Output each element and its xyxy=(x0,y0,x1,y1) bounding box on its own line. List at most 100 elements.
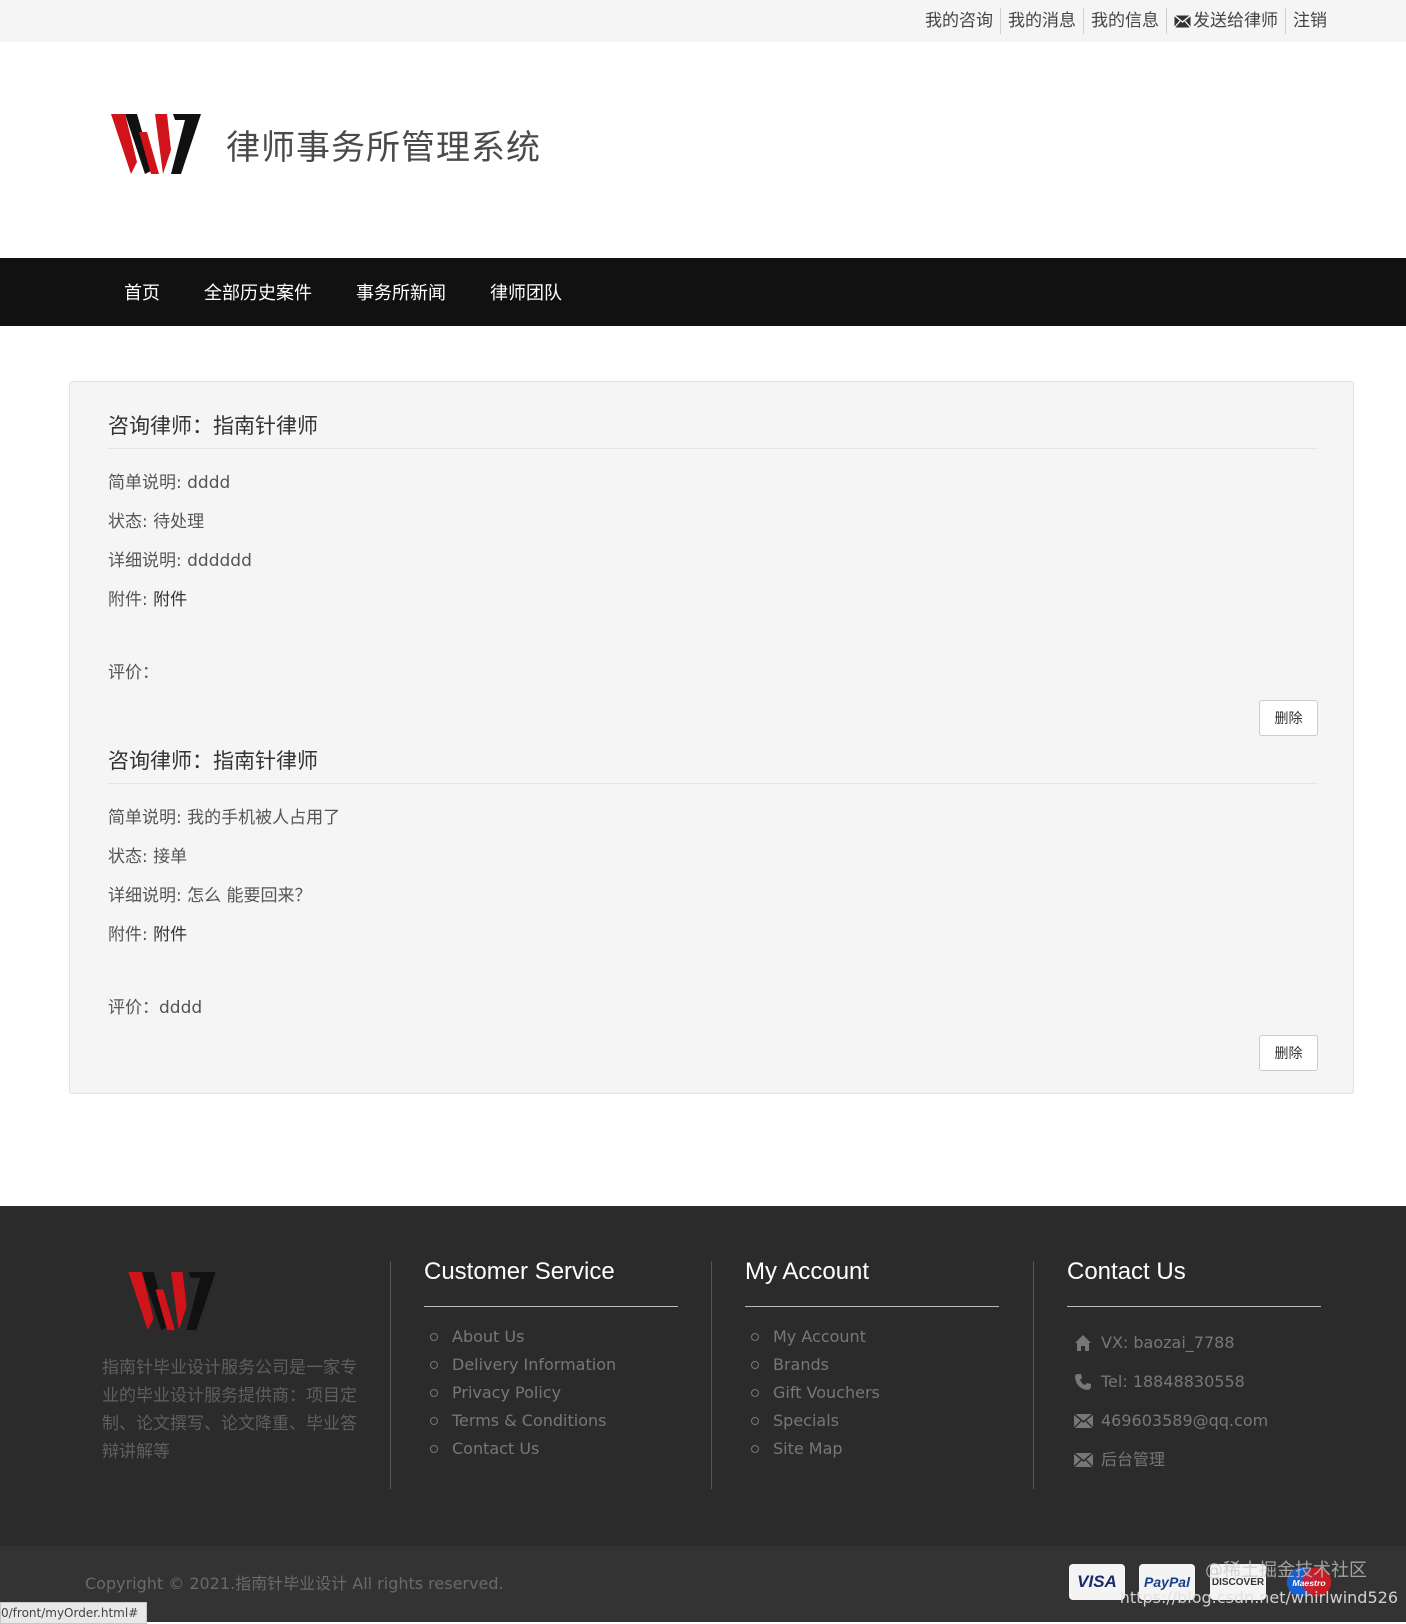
attachment-label: 附件: xyxy=(108,925,154,945)
logo[interactable] xyxy=(111,112,201,176)
site-footer: 指南针毕业设计服务公司是一家专业的毕业设计服务提供商：项目定制、论文撰写、论文降… xyxy=(0,1206,1406,1546)
contact-heading: Contact Us xyxy=(1067,1258,1186,1285)
link-label: My Account xyxy=(773,1327,866,1346)
summary-value: 我的手机被人占用了 xyxy=(187,808,341,828)
contact-text: VX: baozai_7788 xyxy=(1101,1333,1235,1352)
envelope-icon xyxy=(1073,1450,1093,1470)
my-consultations-link[interactable]: 我的咨询 xyxy=(918,8,1000,34)
divider xyxy=(711,1261,712,1489)
my-account-column: My Account My Account Brands Gift Vouche… xyxy=(745,1258,999,1463)
summary-row: 简单说明: dddd xyxy=(108,468,230,493)
footer-logo xyxy=(128,1271,216,1331)
divider xyxy=(745,1306,999,1307)
footer-link-site-map[interactable]: Site Map xyxy=(751,1435,999,1463)
footer-link-about-us[interactable]: About Us xyxy=(430,1323,678,1351)
consultation-item: 咨询律师：指南针律师 简单说明: 我的手机被人占用了 状态: 接单 详细说明: … xyxy=(108,739,1318,1071)
attachment-row: 附件: 附件 xyxy=(108,920,187,945)
consultation-title: 咨询律师：指南针律师 xyxy=(108,404,1318,449)
footer-link-privacy[interactable]: Privacy Policy xyxy=(430,1379,678,1407)
phone-icon xyxy=(1073,1372,1093,1392)
url-watermark: https://blog.csdn.net/whirlwind526 xyxy=(1119,1588,1398,1607)
footer-link-gift-vouchers[interactable]: Gift Vouchers xyxy=(751,1379,999,1407)
my-messages-link[interactable]: 我的消息 xyxy=(1000,8,1083,34)
footer-link-my-account[interactable]: My Account xyxy=(751,1323,999,1351)
bullet-icon xyxy=(430,1361,438,1369)
divider xyxy=(1033,1261,1034,1489)
footer-link-terms[interactable]: Terms & Conditions xyxy=(430,1407,678,1435)
detail-label: 详细说明: xyxy=(108,886,188,906)
footer-link-brands[interactable]: Brands xyxy=(751,1351,999,1379)
nav-home[interactable]: 首页 xyxy=(124,279,160,305)
delete-button[interactable]: 删除 xyxy=(1259,700,1318,736)
footer-link-specials[interactable]: Specials xyxy=(751,1407,999,1435)
bullet-icon xyxy=(430,1417,438,1425)
consultation-list: 咨询律师：指南针律师 简单说明: dddd 状态: 待处理 详细说明: dddd… xyxy=(69,381,1354,1094)
attachment-row: 附件: 附件 xyxy=(108,585,187,610)
customer-service-column: Customer Service About Us Delivery Infor… xyxy=(424,1258,678,1463)
contact-text: 469603589@qq.com xyxy=(1101,1411,1269,1430)
attachment-label: 附件: xyxy=(108,590,154,610)
link-label: Gift Vouchers xyxy=(773,1383,880,1402)
footer-link-delivery[interactable]: Delivery Information xyxy=(430,1351,678,1379)
consultation-item: 咨询律师：指南针律师 简单说明: dddd 状态: 待处理 详细说明: dddd… xyxy=(108,404,1318,736)
detail-label: 详细说明: xyxy=(108,551,188,571)
summary-label: 简单说明: xyxy=(108,473,188,493)
bullet-icon xyxy=(751,1361,759,1369)
link-label: Brands xyxy=(773,1355,829,1374)
detail-value: 怎么 能要回来？ xyxy=(187,886,312,906)
status-row: 状态: 接单 xyxy=(108,842,187,867)
bullet-icon xyxy=(430,1389,438,1397)
summary-value: dddd xyxy=(187,473,231,493)
nav-firm-news[interactable]: 事务所新闻 xyxy=(356,279,446,305)
bullet-icon xyxy=(751,1417,759,1425)
contact-wechat: VX: baozai_7788 xyxy=(1073,1323,1321,1362)
contact-text: 后台管理 xyxy=(1101,1450,1166,1469)
nav-all-cases[interactable]: 全部历史案件 xyxy=(204,279,312,305)
link-label: Specials xyxy=(773,1411,839,1430)
footer-link-contact-us[interactable]: Contact Us xyxy=(430,1435,678,1463)
user-nav: 我的咨询 我的消息 我的信息 发送给律师 注销 xyxy=(918,8,1334,34)
send-to-lawyer-label: 发送给律师 xyxy=(1193,11,1278,31)
bullet-icon xyxy=(751,1333,759,1341)
my-info-link[interactable]: 我的信息 xyxy=(1083,8,1166,34)
link-label: Terms & Conditions xyxy=(452,1411,607,1430)
bullet-icon xyxy=(430,1445,438,1453)
rating-label: 评价： xyxy=(108,998,159,1018)
envelope-icon xyxy=(1073,1411,1093,1431)
divider xyxy=(424,1306,678,1307)
detail-row: 详细说明: 怎么 能要回来？ xyxy=(108,881,312,906)
summary-row: 简单说明: 我的手机被人占用了 xyxy=(108,803,340,828)
attachment-link[interactable]: 附件 xyxy=(153,925,187,945)
rating-row: 评价：dddd xyxy=(108,993,202,1018)
top-bar: 我的咨询 我的消息 我的信息 发送给律师 注销 xyxy=(0,0,1406,42)
link-label: Privacy Policy xyxy=(452,1383,562,1402)
my-account-heading: My Account xyxy=(745,1258,870,1285)
detail-row: 详细说明: dddddd xyxy=(108,546,252,571)
admin-link[interactable]: 后台管理 xyxy=(1073,1440,1321,1479)
status-bar-url: 0/front/myOrder.html# xyxy=(0,1602,148,1624)
summary-label: 简单说明: xyxy=(108,808,188,828)
delete-button[interactable]: 删除 xyxy=(1259,1035,1318,1071)
rating-label: 评价： xyxy=(108,663,159,683)
link-label: About Us xyxy=(452,1327,525,1346)
send-to-lawyer-link[interactable]: 发送给律师 xyxy=(1166,8,1285,34)
site-header: 律师事务所管理系统 xyxy=(0,42,1406,258)
status-row: 状态: 待处理 xyxy=(108,507,204,532)
bullet-icon xyxy=(430,1333,438,1341)
link-label: Delivery Information xyxy=(452,1355,617,1374)
company-description: 指南针毕业设计服务公司是一家专业的毕业设计服务提供商：项目定制、论文撰写、论文降… xyxy=(102,1358,357,1462)
customer-service-heading: Customer Service xyxy=(424,1258,615,1285)
nav-lawyer-team[interactable]: 律师团队 xyxy=(490,279,562,305)
attachment-link[interactable]: 附件 xyxy=(153,590,187,610)
rating-value: dddd xyxy=(159,998,203,1018)
bullet-icon xyxy=(751,1389,759,1397)
contact-email[interactable]: 469603589@qq.com xyxy=(1073,1401,1321,1440)
contact-column: Contact Us VX: baozai_7788 Tel: 18848830… xyxy=(1067,1258,1321,1479)
contact-text: Tel: 18848830558 xyxy=(1101,1372,1245,1391)
copyright-text: Copyright © 2021.指南针毕业设计 All rights rese… xyxy=(85,1574,504,1593)
status-value: 接单 xyxy=(153,847,188,867)
consultation-title: 咨询律师：指南针律师 xyxy=(108,739,1318,784)
logout-link[interactable]: 注销 xyxy=(1285,8,1334,34)
watermark: @稀土掘金技术社区 xyxy=(1205,1560,1367,1581)
copyright-bar: Copyright © 2021.指南针毕业设计 All rights rese… xyxy=(0,1546,1406,1622)
